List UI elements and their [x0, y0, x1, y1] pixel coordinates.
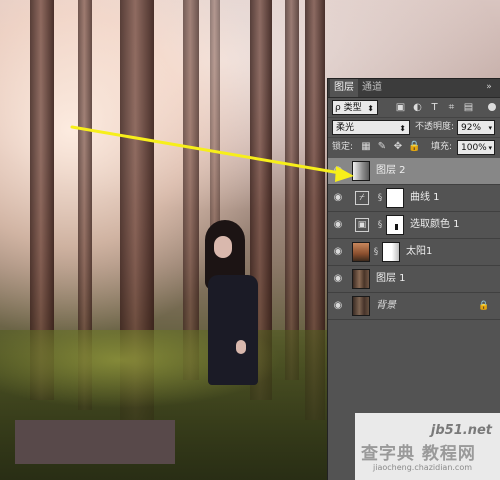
watermark-url: jiaocheng.chazidian.com [373, 463, 473, 472]
filter-type-select[interactable]: ρ 类型 ⬍ [332, 100, 378, 115]
fill-value: 100% [461, 143, 487, 153]
fill-label: 填充: [431, 142, 453, 152]
layer-name: 选取颜色 1 [410, 219, 460, 230]
selective-color-adjustment-icon: ▣ [355, 218, 369, 232]
tree-trunk [285, 0, 299, 380]
eye-icon[interactable]: ◉ [331, 273, 345, 285]
layer-name: 曲线 1 [410, 192, 440, 203]
tab-channels[interactable]: 通道 [358, 79, 386, 97]
layer-name: 背景 [376, 300, 396, 311]
blend-mode-value: 柔光 [336, 123, 355, 133]
opacity-value: 92% [461, 123, 482, 133]
tab-layers[interactable]: 图层 [330, 79, 358, 97]
layer-mask-thumbnail[interactable] [386, 215, 404, 235]
layer-row-curves1[interactable]: ◉ ⌿ § 曲线 1 [328, 185, 500, 212]
smart-object-filter-icon[interactable]: ▤ [462, 101, 475, 114]
color-swatch-rect [15, 420, 175, 464]
layer-row-layer2[interactable]: ◉ 图层 2 [328, 158, 500, 185]
girl-hand [236, 340, 246, 354]
lock-transparent-icon[interactable]: ▦ [360, 141, 372, 153]
type-filter-icon[interactable]: T [428, 101, 441, 114]
lock-all-icon[interactable]: 🔒 [408, 141, 420, 153]
panel-tabs: 图层 通道 » [328, 79, 500, 98]
layer-mask-thumbnail[interactable] [386, 188, 404, 208]
layers-list: ◉ 图层 2 ◉ ⌿ § 曲线 1 ◉ ▣ § 选取颜色 1 ◉ § 太阳1 ◉… [328, 158, 500, 320]
dropdown-caret-icon: ▾ [488, 124, 492, 132]
filter-toggle[interactable] [488, 103, 496, 111]
eye-icon[interactable]: ◉ [331, 246, 345, 258]
pixel-filter-icon[interactable]: ▣ [394, 101, 407, 114]
layer-thumbnail [352, 296, 370, 316]
layer-row-background[interactable]: ◉ 背景 🔒 [328, 293, 500, 320]
opacity-label: 不透明度: [415, 122, 455, 132]
layer-thumbnail [352, 242, 370, 262]
mask-mark [395, 224, 398, 230]
adjustment-filter-icon[interactable]: ◐ [411, 101, 424, 114]
link-icon[interactable]: § [376, 192, 384, 204]
lock-pixels-icon[interactable]: ✎ [376, 141, 388, 153]
tree-trunk [183, 0, 199, 380]
lock-icon: 🔒 [478, 301, 490, 311]
filter-type-label: ρ 类型 [335, 103, 362, 113]
layer-name: 太阳1 [406, 246, 433, 257]
link-icon[interactable]: § [376, 219, 384, 231]
curves-adjustment-icon: ⌿ [355, 191, 369, 205]
eye-icon[interactable]: ◉ [331, 300, 345, 312]
layer-name: 图层 2 [376, 165, 406, 176]
girl-face [214, 236, 232, 258]
fill-field[interactable]: 100% ▾ [457, 140, 495, 155]
eye-icon[interactable]: ◉ [331, 192, 345, 204]
layer-row-layer1[interactable]: ◉ 图层 1 [328, 266, 500, 293]
layer-mask-thumbnail[interactable] [382, 242, 400, 262]
layer-thumbnail [352, 269, 370, 289]
layer-name: 图层 1 [376, 273, 406, 284]
shape-filter-icon[interactable]: ⌗ [445, 101, 458, 114]
dropdown-caret-icon: ▾ [488, 144, 492, 152]
layer-row-selective-color1[interactable]: ◉ ▣ § 选取颜色 1 [328, 212, 500, 239]
girl-figure [208, 275, 258, 385]
layer-thumbnail [352, 161, 370, 181]
filter-row: ρ 类型 ⬍ ▣ ◐ T ⌗ ▤ [328, 99, 500, 119]
opacity-field[interactable]: 92% ▾ [457, 120, 495, 135]
link-icon[interactable]: § [372, 246, 380, 258]
lock-row: 锁定: ▦ ✎ ✥ 🔒 填充: 100% ▾ [328, 137, 500, 159]
watermark-title: 查字典 教程网 [361, 444, 476, 464]
blend-row: 柔光 ⬍ 不透明度: 92% ▾ [328, 117, 500, 138]
dropdown-caret-icon: ⬍ [367, 104, 374, 113]
lock-position-icon[interactable]: ✥ [392, 141, 404, 153]
watermark: jb51.net 查字典 教程网 jiaocheng.chazidian.com [355, 413, 500, 480]
collapse-icon[interactable]: » [482, 80, 496, 94]
blend-mode-select[interactable]: 柔光 ⬍ [332, 120, 410, 135]
eye-icon[interactable]: ◉ [331, 219, 345, 231]
eye-icon[interactable]: ◉ [331, 165, 345, 177]
watermark-site: jb51.net [430, 423, 492, 438]
dropdown-caret-icon: ⬍ [399, 124, 406, 133]
layer-row-sun1[interactable]: ◉ § 太阳1 [328, 239, 500, 266]
lock-label: 锁定: [332, 142, 354, 152]
